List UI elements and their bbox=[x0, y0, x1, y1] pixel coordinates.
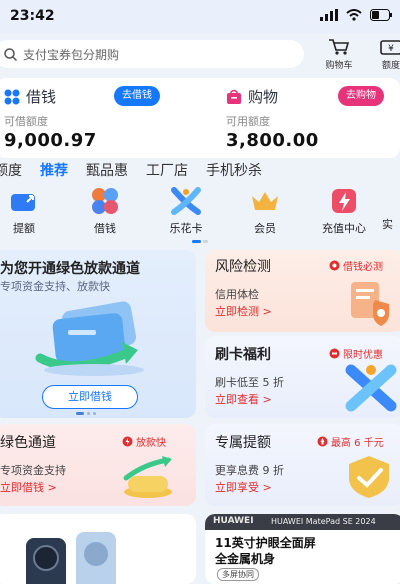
go-borrow-button[interactable]: 去借钱 bbox=[114, 86, 160, 106]
shop-sub: 可用额度 bbox=[226, 115, 270, 128]
phone-product-image bbox=[26, 532, 116, 584]
status-bar: 23:42 bbox=[0, 0, 400, 34]
risk-tag-label: 借钱必测 bbox=[343, 262, 383, 273]
quota-button[interactable]: ¥ 额度 bbox=[368, 38, 400, 71]
wifi-icon bbox=[346, 9, 362, 21]
borrow-sub: 可借额度 bbox=[4, 115, 48, 128]
battery-icon bbox=[370, 9, 392, 21]
cart-button[interactable]: 购物车 bbox=[316, 38, 362, 71]
green-link[interactable]: 立即借钱 > bbox=[0, 479, 57, 495]
quick-label-member: 会员 bbox=[254, 222, 276, 235]
green-title: 绿色通道 bbox=[0, 435, 56, 451]
promo-sub: 专项资金支持、放款快 bbox=[0, 280, 110, 293]
tablet-headline-2: 全金属机身 bbox=[215, 552, 276, 566]
quota-title: 专属提额 bbox=[215, 435, 271, 451]
quick-borrow[interactable]: 借钱 bbox=[75, 186, 135, 236]
green-tag-label: 放款快 bbox=[136, 438, 166, 449]
search-bar[interactable]: 支付宝券包分期购 bbox=[0, 40, 304, 68]
tablet-model: HUAWEI MatePad SE 2024 bbox=[271, 517, 376, 526]
tab-quota[interactable]: 额度 bbox=[0, 160, 22, 180]
swipe-link[interactable]: 立即查看 > bbox=[215, 391, 272, 407]
swipe-tag-label: 限时优惠 bbox=[343, 350, 383, 361]
clover-icon bbox=[92, 188, 118, 214]
tablet-feature-badge: 多屏协同 bbox=[217, 568, 259, 581]
quota-tag: 最高 6 千元 bbox=[317, 434, 384, 449]
rocket-badge-icon bbox=[317, 436, 328, 447]
quick-label-borrow: 借钱 bbox=[94, 222, 116, 235]
circle-check-icon bbox=[329, 260, 340, 271]
lightning-icon bbox=[332, 189, 356, 213]
signal-icon bbox=[320, 9, 338, 21]
promo-title: 为您开通绿色放款通道 bbox=[0, 261, 140, 277]
tab-recommend[interactable]: 推荐 bbox=[40, 160, 68, 180]
exclusive-quota-card[interactable]: 专属提额 最高 6 千元 更享息费 9 折 立即享受 > bbox=[205, 424, 400, 506]
crown-icon bbox=[252, 192, 278, 210]
green-tag: 放款快 bbox=[122, 434, 166, 449]
wallet-arrow-icon bbox=[11, 194, 35, 211]
status-time: 23:42 bbox=[10, 8, 55, 24]
borrow-amount: 9,000.97 bbox=[4, 130, 97, 151]
swipe-sub: 刷卡低至 5 折 bbox=[215, 376, 284, 389]
lightning-badge-icon bbox=[122, 436, 133, 447]
borrow-title-row: 借钱 bbox=[4, 86, 194, 107]
quota-sub: 更享息费 9 折 bbox=[215, 464, 284, 477]
tab-phone-flash-sale[interactable]: 手机秒杀 bbox=[206, 160, 262, 180]
swipe-card[interactable]: 刷卡福利 限时优惠 刷卡低至 5 折 立即查看 > bbox=[205, 336, 400, 418]
quota-icon: ¥ bbox=[380, 40, 400, 55]
gold-shield-icon bbox=[349, 456, 389, 498]
grid-page-indicator bbox=[192, 240, 208, 243]
quick-raise-quota[interactable]: 提额 bbox=[0, 186, 54, 236]
promo-borrow-button[interactable]: 立即借钱 bbox=[42, 385, 138, 409]
risk-card[interactable]: 风险检测 借钱必测 信用体检 立即检测 > bbox=[205, 250, 400, 332]
shopping-bag-icon bbox=[227, 89, 241, 104]
promo-page-indicator bbox=[76, 412, 96, 415]
quick-member[interactable]: 会员 bbox=[235, 186, 295, 236]
promo-card[interactable]: 为您开通绿色放款通道 专项资金支持、放款快 立即借钱 bbox=[0, 250, 196, 418]
lehua-x-icon bbox=[171, 187, 201, 215]
quick-recharge[interactable]: 充值中心 bbox=[314, 186, 374, 236]
search-icon bbox=[4, 47, 17, 61]
swipe-title: 刷卡福利 bbox=[215, 347, 271, 363]
tab-factory-store[interactable]: 工厂店 bbox=[146, 160, 188, 180]
risk-sub: 信用体检 bbox=[215, 288, 259, 301]
tablet-brand: HUAWEI bbox=[213, 516, 254, 526]
shop-title: 购物 bbox=[248, 88, 279, 106]
quota-link[interactable]: 立即享受 > bbox=[215, 479, 272, 495]
cart-icon bbox=[329, 39, 350, 55]
clock-badge-icon bbox=[329, 348, 340, 359]
quick-more-partial[interactable]: 实 bbox=[382, 186, 400, 232]
lehua-badge-icon bbox=[345, 364, 397, 412]
risk-title: 风险检测 bbox=[215, 259, 271, 275]
svg-text:¥: ¥ bbox=[388, 44, 394, 54]
green-sub: 专项资金支持 bbox=[0, 464, 66, 477]
tablet-headline-1: 11英寸护眼全面屏 bbox=[215, 536, 316, 550]
green-channel-card[interactable]: 绿色通道 放款快 专项资金支持 立即借钱 > bbox=[0, 424, 196, 506]
tablet-ad-card[interactable]: HUAWEI HUAWEI MatePad SE 2024 11英寸护眼全面屏 … bbox=[205, 514, 400, 584]
quick-lehua-card[interactable]: 乐花卡 bbox=[156, 186, 216, 236]
search-placeholder: 支付宝券包分期购 bbox=[23, 47, 120, 62]
tab-selected-deals[interactable]: 甄品惠 bbox=[86, 160, 128, 180]
quota-tag-label: 最高 6 千元 bbox=[331, 438, 384, 449]
shop-amount: 3,800.00 bbox=[226, 130, 319, 151]
quick-label-raise: 提额 bbox=[13, 222, 35, 235]
swipe-tag: 限时优惠 bbox=[329, 346, 383, 361]
category-tabs: 额度 推荐 甄品惠 工厂店 手机秒杀 bbox=[0, 160, 262, 180]
go-shop-button[interactable]: 去购物 bbox=[338, 86, 384, 106]
quick-label-partial: 实 bbox=[382, 218, 393, 231]
borrow-title: 借钱 bbox=[26, 88, 57, 106]
borrow-section: 借钱 可借额度 9,000.97 bbox=[4, 86, 194, 151]
phone-ad-card[interactable] bbox=[0, 514, 196, 584]
quick-label-recharge: 充值中心 bbox=[322, 222, 366, 235]
borrow-icon bbox=[4, 89, 20, 104]
cart-label: 购物车 bbox=[325, 61, 353, 71]
status-icons bbox=[320, 9, 392, 21]
quick-label-lehua: 乐花卡 bbox=[169, 222, 203, 235]
quota-label: 额度 bbox=[381, 61, 400, 71]
report-shield-icon bbox=[351, 282, 389, 326]
cards-arrow-icon bbox=[35, 301, 144, 376]
coins-arrow-icon bbox=[123, 456, 172, 498]
risk-link[interactable]: 立即检测 > bbox=[215, 303, 272, 319]
risk-tag: 借钱必测 bbox=[329, 258, 383, 273]
